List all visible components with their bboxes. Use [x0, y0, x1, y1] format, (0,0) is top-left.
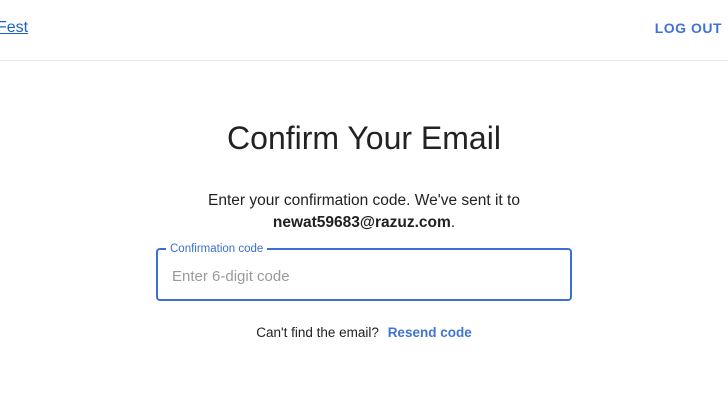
confirmation-code-input[interactable] — [170, 262, 554, 290]
message-suffix: . — [450, 214, 456, 231]
logout-button[interactable]: LOG OUT — [655, 20, 722, 36]
resend-row: Can't find the email? Resend code — [0, 325, 728, 340]
email-address: newat59683@razuz.com — [272, 214, 451, 231]
message-text: Enter your confirmation code. We've sent… — [208, 192, 520, 209]
top-bar: Fest LOG OUT — [0, 0, 728, 61]
resend-prompt: Can't find the email? — [256, 325, 379, 340]
resend-code-link[interactable]: Resend code — [388, 325, 472, 340]
confirmation-code-label: Confirmation code — [166, 242, 268, 256]
confirmation-message: Enter your confirmation code. We've sent… — [0, 190, 728, 234]
brand-link[interactable]: Fest — [0, 19, 28, 37]
confirmation-code-field: Confirmation code — [156, 242, 572, 301]
page-title: Confirm Your Email — [227, 120, 501, 156]
